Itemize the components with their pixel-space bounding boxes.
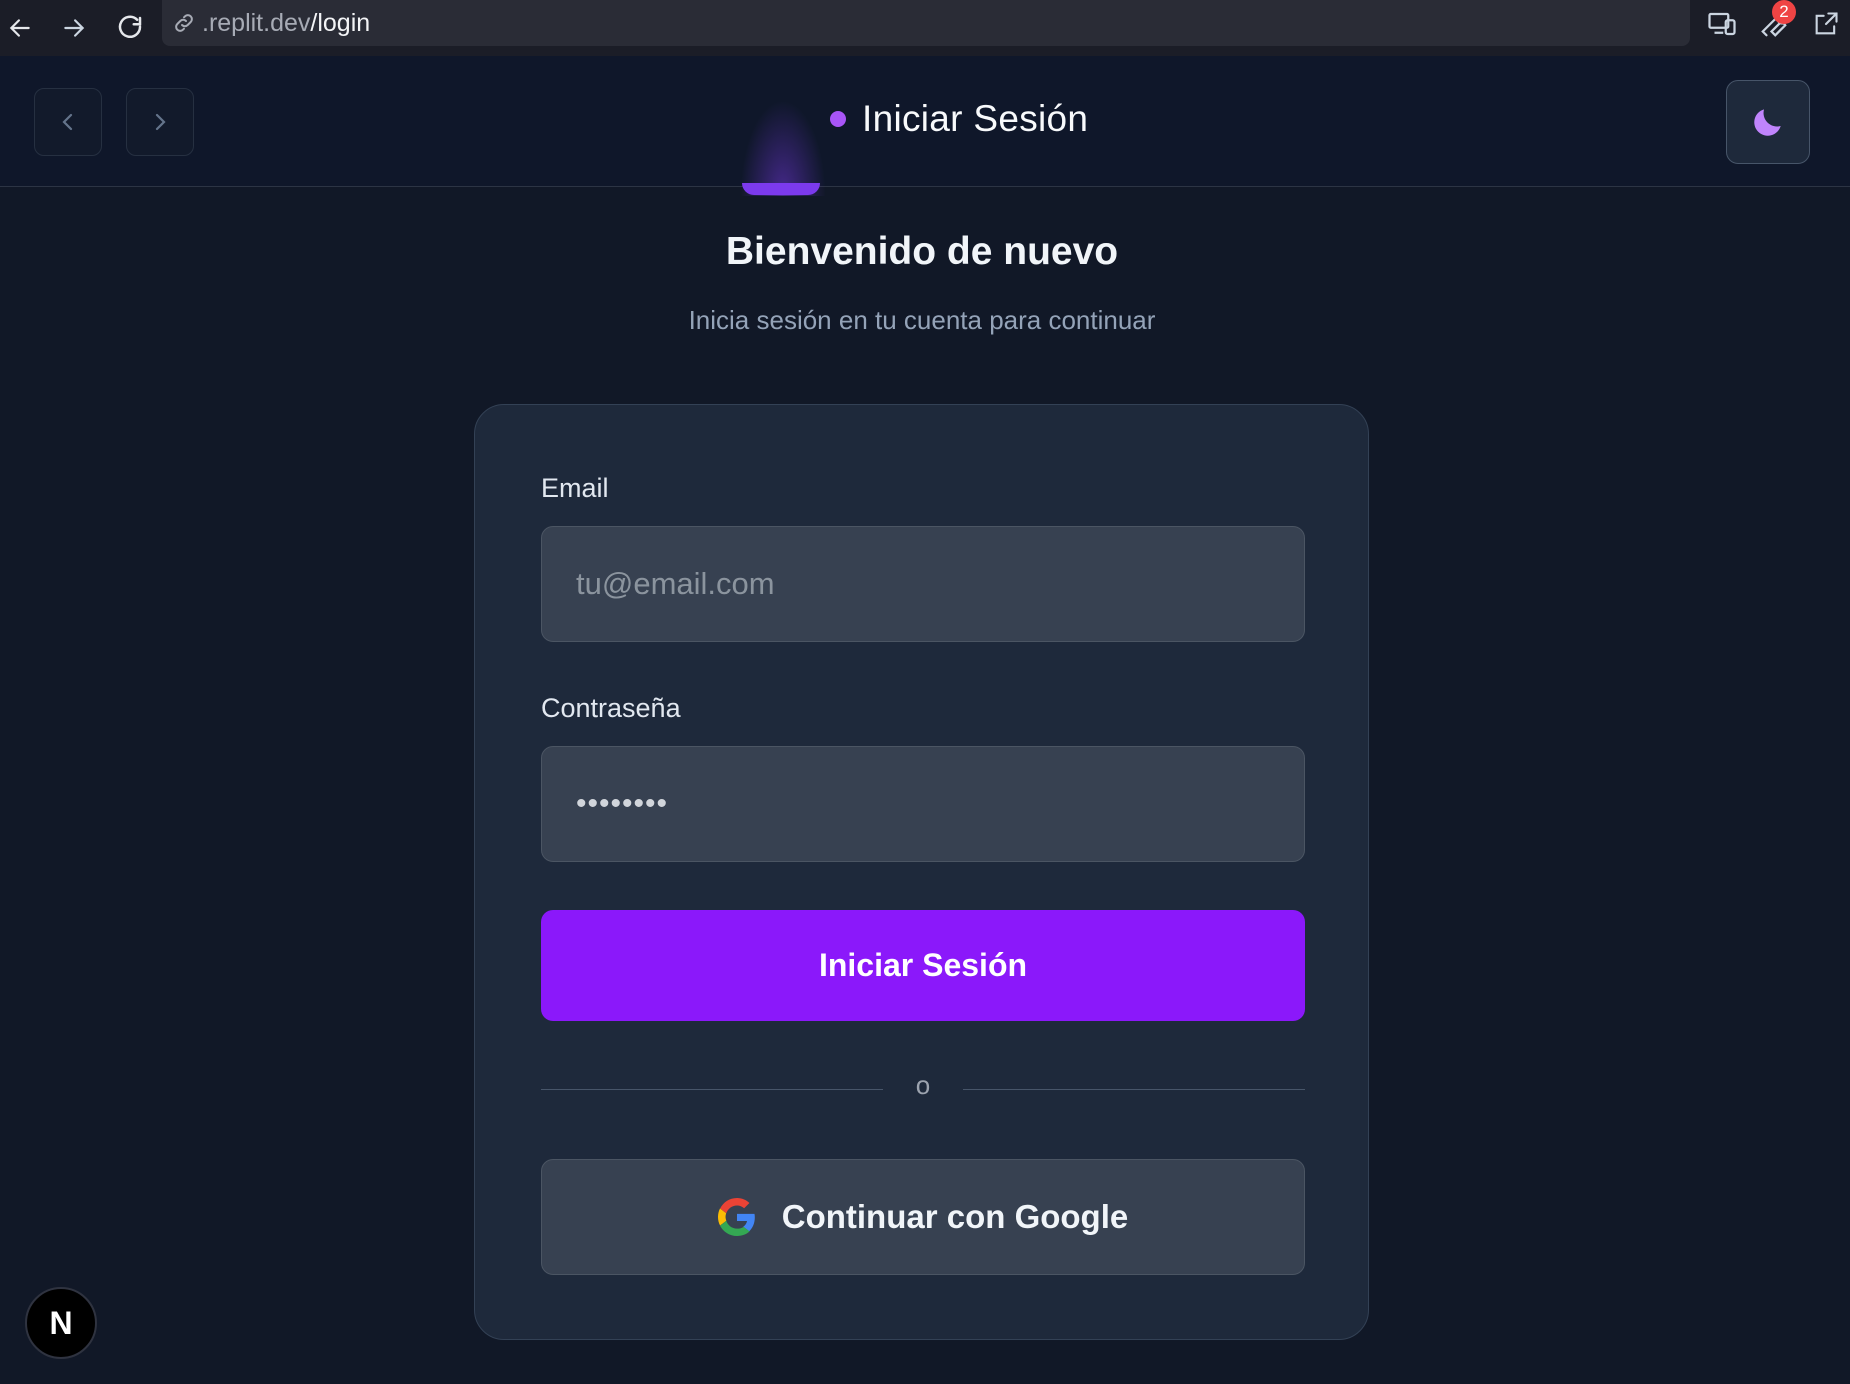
- nextjs-logo-letter: N: [49, 1304, 73, 1341]
- url-path: /login: [310, 8, 371, 37]
- password-label: Contraseña: [541, 693, 681, 723]
- login-submit-button[interactable]: Iniciar Sesión: [541, 910, 1305, 1021]
- arrow-right-icon: [64, 19, 85, 37]
- reload-icon: [118, 15, 142, 39]
- app-header: Iniciar Sesión: [0, 56, 1850, 187]
- address-bar[interactable]: .replit.dev/login: [162, 0, 1690, 46]
- divider-left: [541, 1089, 883, 1090]
- logo-glow: [740, 100, 826, 196]
- divider-text: o: [915, 1070, 931, 1100]
- chevron-left-icon: [62, 113, 73, 131]
- google-icon: [717, 1198, 755, 1236]
- header-title: Iniciar Sesión: [830, 98, 1088, 140]
- login-submit-label: Iniciar Sesión: [818, 947, 1028, 983]
- browser-reload-button[interactable]: [110, 6, 150, 50]
- google-signin-button[interactable]: Continuar con Google: [541, 1159, 1305, 1275]
- devices-button[interactable]: [1702, 4, 1742, 44]
- arrow-left-icon: [9, 19, 30, 37]
- email-label: Email: [541, 473, 609, 503]
- url-domain: .replit.dev: [202, 8, 311, 37]
- header-forward-button[interactable]: [126, 88, 194, 156]
- theme-toggle-button[interactable]: [1726, 80, 1810, 164]
- divider-right: [963, 1089, 1305, 1090]
- external-link-icon: [1815, 12, 1838, 35]
- browser-forward-button[interactable]: [54, 6, 94, 50]
- status-dot: [830, 111, 846, 127]
- tools-button[interactable]: 2: [1754, 0, 1796, 44]
- open-external-button[interactable]: [1806, 4, 1846, 44]
- page-subtitle: Inicia sesión en tu cuenta para continua…: [688, 305, 1156, 335]
- browser-back-button[interactable]: [0, 6, 40, 50]
- moon-icon: [1754, 109, 1781, 136]
- browser-toolbar: .replit.dev/login 2: [0, 0, 1850, 56]
- email-input[interactable]: tu@email.com: [541, 526, 1305, 642]
- logo-mark: [742, 183, 820, 195]
- google-signin-label: Continuar con Google: [781, 1198, 1129, 1235]
- email-placeholder: tu@email.com: [576, 566, 775, 601]
- header-back-button[interactable]: [34, 88, 102, 156]
- password-value: ••••••••: [576, 787, 669, 820]
- nextjs-dev-indicator[interactable]: N: [25, 1287, 97, 1359]
- page-title: Bienvenido de nuevo: [725, 230, 1119, 273]
- password-input[interactable]: ••••••••: [541, 746, 1305, 862]
- link-icon: [172, 11, 196, 35]
- devices-icon: [1708, 12, 1736, 36]
- notification-badge: 2: [1772, 0, 1796, 24]
- chevron-right-icon: [155, 113, 166, 131]
- login-card: Email tu@email.com Contraseña •••••••• I…: [474, 404, 1369, 1340]
- header-title-text: Iniciar Sesión: [862, 98, 1089, 139]
